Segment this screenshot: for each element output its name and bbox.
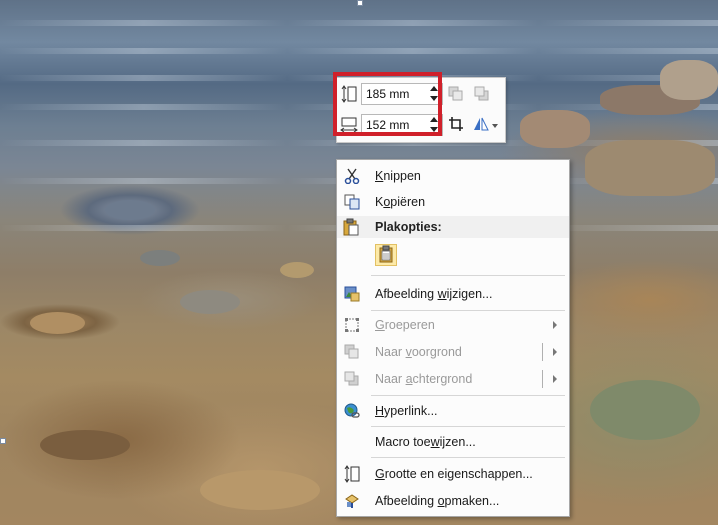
paste-keep-formatting-button[interactable] (375, 244, 397, 266)
send-backward-icon[interactable] (473, 85, 491, 103)
menu-label: Afbeelding wijzigen... (375, 287, 493, 301)
paste-options-label: Plakopties: (375, 220, 442, 234)
paste-options-header: Plakopties: (337, 216, 569, 238)
highlight-box (333, 72, 442, 136)
menu-item-bring-forward[interactable]: Naar voorgrond (337, 339, 569, 365)
scissors-icon (343, 167, 361, 185)
menu-label: Naar achtergrond (375, 372, 473, 386)
format-picture-icon (343, 492, 361, 510)
size-properties-icon (343, 465, 361, 483)
group-icon (343, 316, 361, 334)
menu-label: Naar voorgrond (375, 345, 462, 359)
menu-item-size-properties[interactable]: Grootte en eigenschappen... (337, 461, 569, 487)
menu-item-group[interactable]: Groeperen (337, 312, 569, 338)
hyperlink-globe-icon (343, 402, 361, 420)
bring-forward-icon[interactable] (447, 85, 465, 103)
menu-item-change-picture[interactable]: Afbeelding wijzigen... (337, 281, 569, 307)
selection-handle-left[interactable] (0, 438, 6, 444)
paste-icon (343, 218, 359, 239)
send-backward-menu-icon (343, 370, 361, 388)
submenu-arrow-icon[interactable] (553, 348, 557, 356)
menu-label: Hyperlink... (375, 404, 438, 418)
menu-item-hyperlink[interactable]: Hyperlink... (337, 398, 569, 424)
paste-picture-icon (378, 245, 394, 266)
menu-separator (371, 457, 565, 458)
submenu-arrow-icon[interactable] (553, 375, 557, 383)
menu-item-cut[interactable]: Knippen (337, 163, 569, 189)
context-menu: Knippen Kopiëren Plakopties: Afbeelding … (336, 159, 570, 517)
menu-label: Macro toewijzen... (375, 435, 476, 449)
menu-label: Afbeelding opmaken... (375, 494, 500, 508)
bring-forward-menu-icon (343, 343, 361, 361)
menu-separator (371, 426, 565, 427)
menu-label: Groeperen (375, 318, 435, 332)
menu-separator (371, 395, 565, 396)
change-picture-icon (343, 285, 361, 303)
split-divider (542, 370, 543, 388)
menu-label: Knippen (375, 169, 421, 183)
menu-separator (371, 275, 565, 276)
copy-icon (343, 193, 361, 211)
menu-separator (371, 310, 565, 311)
menu-item-format-picture[interactable]: Afbeelding opmaken... (337, 488, 569, 514)
rotate-icon[interactable] (471, 115, 499, 133)
submenu-arrow-icon (553, 321, 557, 329)
menu-item-send-backward[interactable]: Naar achtergrond (337, 366, 569, 392)
menu-label: Grootte en eigenschappen... (375, 467, 533, 481)
menu-item-assign-macro[interactable]: Macro toewijzen... (337, 429, 569, 455)
split-divider (542, 343, 543, 361)
menu-label: Kopiëren (375, 195, 426, 209)
selection-handle-top[interactable] (357, 0, 363, 6)
menu-item-copy[interactable]: Kopiëren (337, 189, 569, 215)
crop-icon[interactable] (447, 115, 465, 133)
